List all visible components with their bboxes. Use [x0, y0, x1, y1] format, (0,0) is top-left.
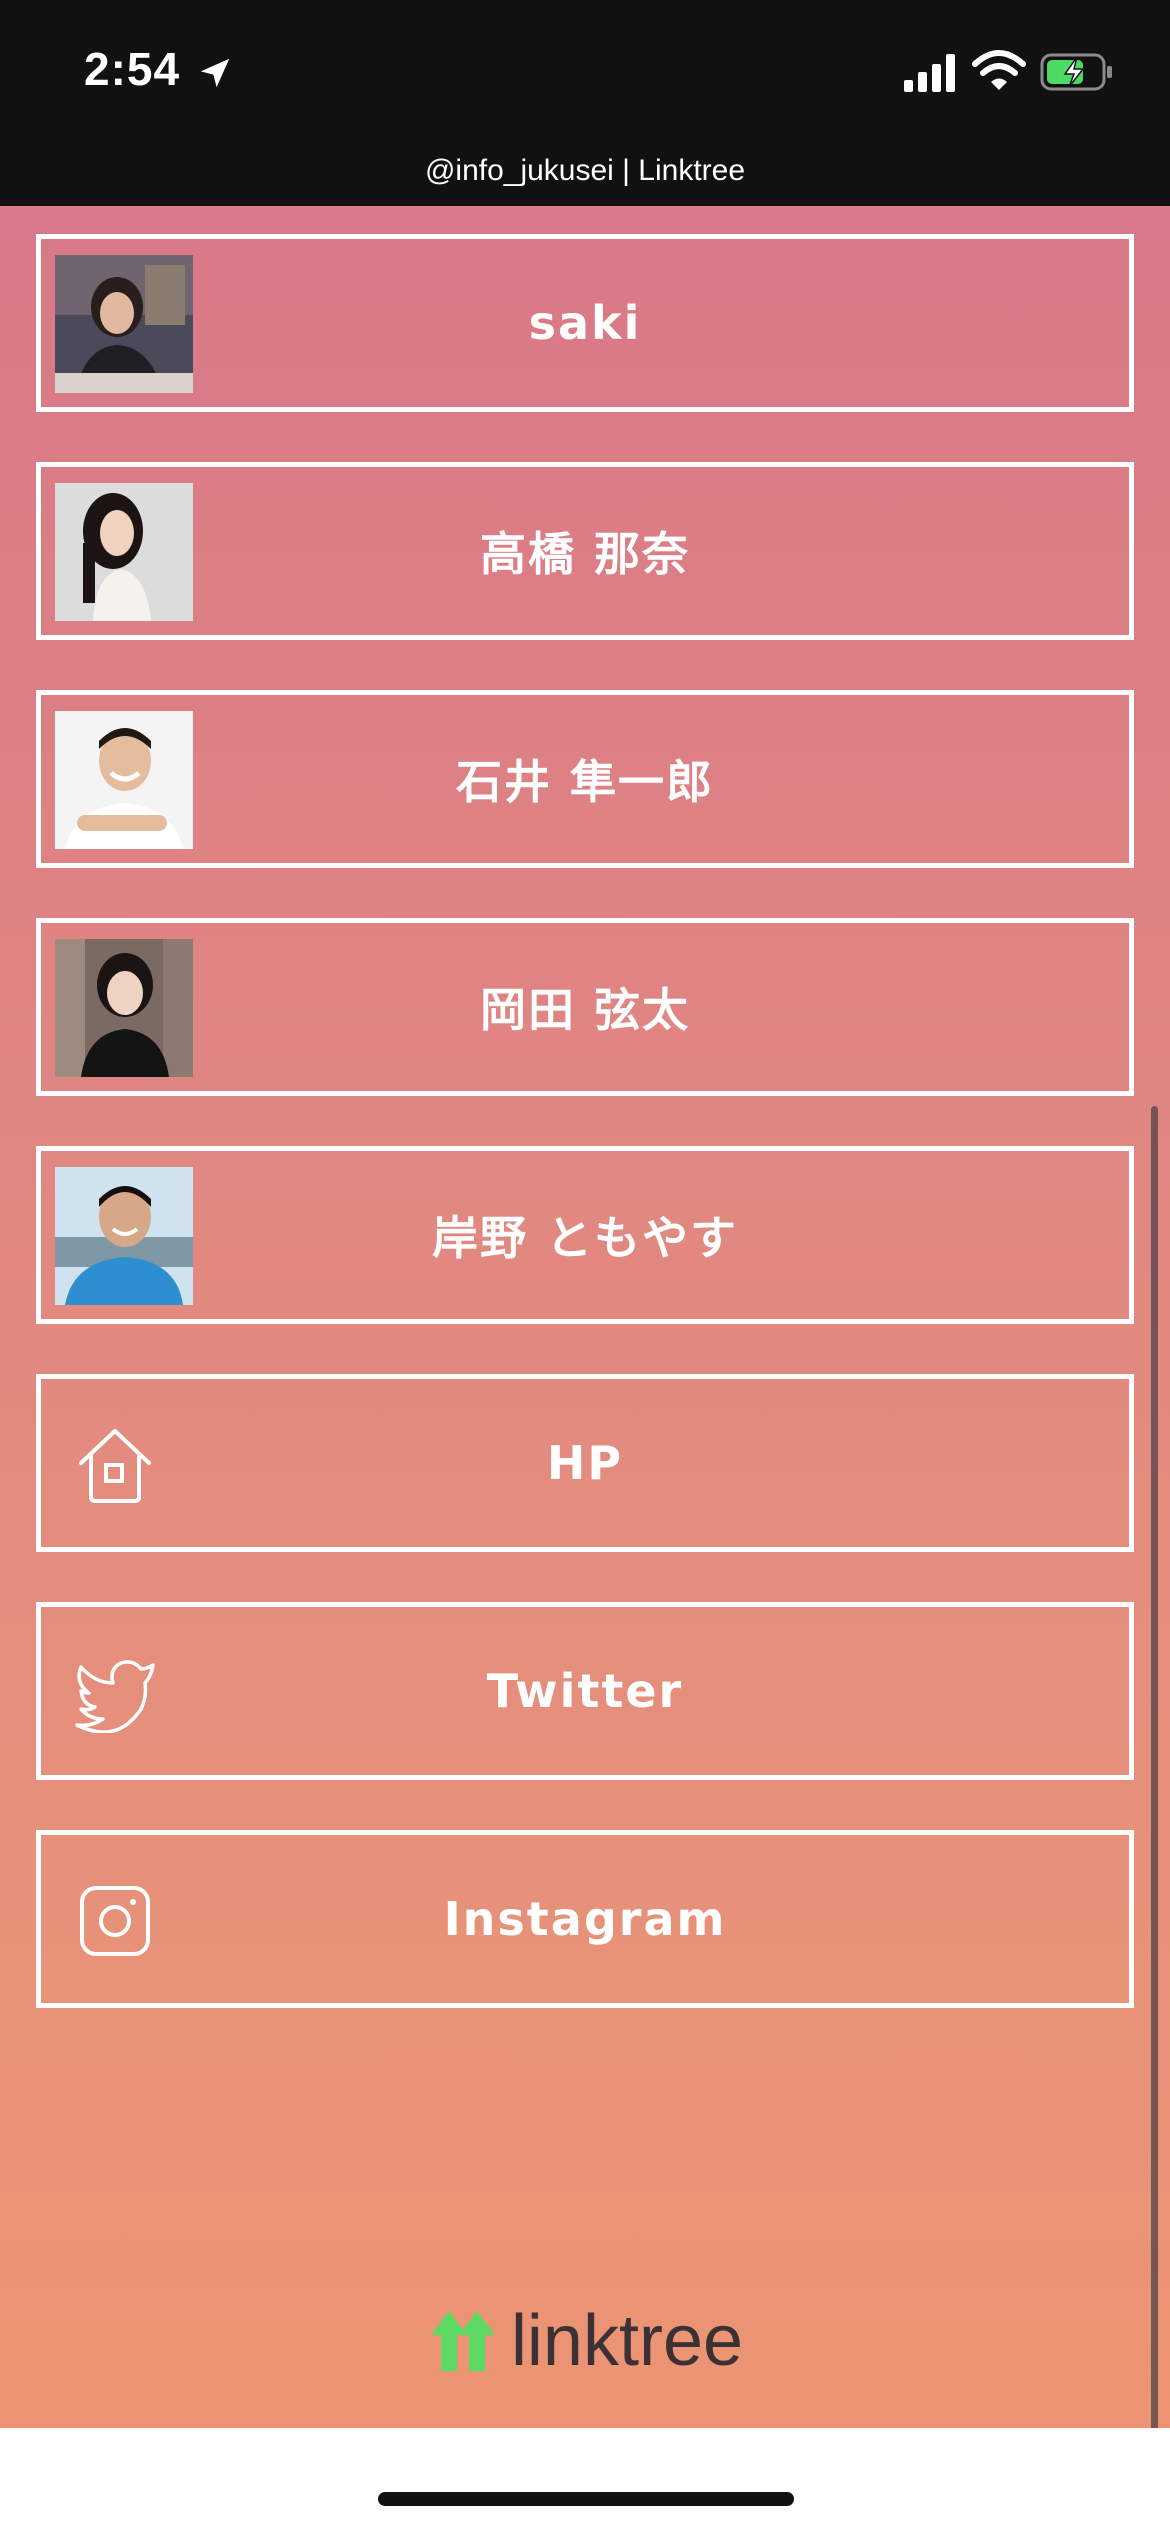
- link-label: 高橋 那奈: [479, 527, 690, 581]
- link-label: 岡田 弦太: [479, 983, 690, 1037]
- link-button-takahashi-nana[interactable]: 高橋 那奈: [36, 462, 1134, 640]
- link-label: 岸野 ともやす: [431, 1211, 738, 1265]
- link-label: Instagram: [443, 1892, 727, 1946]
- link-button-ishii-junichiro[interactable]: 石井 隼一郎: [36, 690, 1134, 868]
- link-button-kishino-tomoyasu[interactable]: 岸野 ともやす: [36, 1146, 1134, 1324]
- link-label: saki: [528, 296, 642, 350]
- linktree-logo-text: linktree: [510, 2301, 744, 2381]
- link-label: 石井 隼一郎: [455, 755, 714, 809]
- link-button-saki[interactable]: saki: [36, 234, 1134, 412]
- link-button-twitter[interactable]: Twitter: [36, 1602, 1134, 1780]
- status-time: 2:54: [84, 43, 181, 95]
- home-indicator-area: [0, 2428, 1170, 2532]
- link-button-hp[interactable]: HP: [36, 1374, 1134, 1552]
- link-list-area: saki 高橋 那奈 石井 隼一郎 岡田 弦太 岸野 ともやす HP Twitt…: [0, 206, 1170, 2428]
- scrollbar[interactable]: [1151, 1106, 1158, 2428]
- status-bar: 2:54 @info_jukusei | Linktree: [0, 0, 1170, 206]
- link-button-okada-genta[interactable]: 岡田 弦太: [36, 918, 1134, 1096]
- page-url-title: @info_jukusei | Linktree: [424, 154, 746, 187]
- linktree-logo-icon: [430, 2311, 495, 2371]
- link-label: HP: [546, 1436, 624, 1490]
- link-button-instagram[interactable]: Instagram: [36, 1830, 1134, 2008]
- location-arrow-icon: [200, 58, 230, 88]
- link-label: Twitter: [486, 1664, 684, 1718]
- battery-charging-icon: [1040, 53, 1112, 91]
- linktree-footer-logo[interactable]: linktree: [0, 2296, 1170, 2386]
- home-indicator[interactable]: [378, 2492, 794, 2506]
- wifi-icon: [972, 50, 1026, 90]
- cellular-signal-icon: [904, 54, 955, 92]
